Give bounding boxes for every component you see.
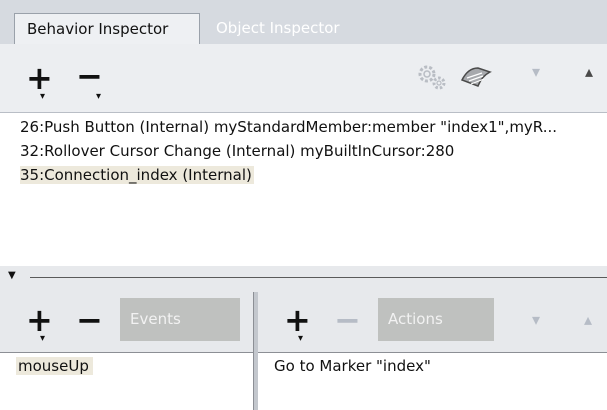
- pane-splitter[interactable]: ▼: [0, 266, 607, 292]
- tab-strip: Behavior Inspector Object Inspector: [0, 0, 607, 44]
- minus-icon: −: [76, 57, 103, 95]
- splitter-line: [30, 277, 607, 278]
- minus-icon: −: [334, 301, 361, 339]
- remove-behavior-button[interactable]: − ▾: [76, 57, 103, 102]
- tab-object-inspector[interactable]: Object Inspector: [204, 13, 374, 44]
- remove-event-button[interactable]: −: [76, 304, 103, 336]
- dropdown-arrow-icon: ▾: [40, 91, 46, 102]
- add-behavior-button[interactable]: + ▾: [26, 62, 53, 102]
- behavior-row-selected[interactable]: 35:Connection_index (Internal): [20, 164, 607, 186]
- actions-label: Actions: [378, 298, 494, 341]
- gears-icon[interactable]: [414, 62, 450, 92]
- behavior-row-text: 32:Rollover Cursor Change (Internal) myB…: [20, 142, 455, 160]
- behavior-row[interactable]: 26:Push Button (Internal) myStandardMemb…: [20, 116, 607, 138]
- add-action-button[interactable]: + ▾: [284, 304, 311, 344]
- move-action-up-button[interactable]: ▴: [584, 310, 592, 329]
- script-icon[interactable]: [458, 62, 494, 92]
- event-item[interactable]: mouseUp: [16, 357, 93, 375]
- behavior-list[interactable]: 26:Push Button (Internal) myStandardMemb…: [6, 114, 606, 266]
- events-list[interactable]: mouseUp: [0, 352, 253, 410]
- events-pane: + ▾ − Events mouseUp: [0, 292, 253, 410]
- behavior-row[interactable]: 32:Rollover Cursor Change (Internal) myB…: [20, 140, 607, 162]
- add-event-button[interactable]: + ▾: [26, 304, 53, 344]
- dropdown-arrow-icon: ▾: [96, 91, 102, 102]
- move-down-button[interactable]: ▾: [532, 62, 540, 81]
- events-label: Events: [120, 298, 240, 341]
- actions-pane: + ▾ − Actions ▾ ▴ Go to Marker "index": [258, 292, 607, 410]
- behavior-row-text: 35:Connection_index (Internal): [20, 166, 254, 184]
- move-up-button[interactable]: ▴: [585, 62, 593, 81]
- dropdown-arrow-icon: ▾: [40, 333, 46, 344]
- splitter-arrow-icon: ▼: [8, 270, 16, 281]
- minus-icon: −: [76, 301, 103, 339]
- behavior-toolbar: + ▾ − ▾ ▾ ▴: [0, 44, 607, 113]
- dropdown-arrow-icon: ▾: [298, 333, 304, 344]
- action-item[interactable]: Go to Marker "index": [274, 357, 431, 375]
- actions-list[interactable]: Go to Marker "index": [258, 352, 607, 410]
- behavior-inspector-panel: Behavior Inspector Object Inspector + ▾ …: [0, 0, 607, 410]
- behavior-row-text: 26:Push Button (Internal) myStandardMemb…: [20, 118, 557, 136]
- tab-behavior-inspector[interactable]: Behavior Inspector: [14, 13, 200, 44]
- move-action-down-button[interactable]: ▾: [532, 310, 540, 329]
- remove-action-button[interactable]: −: [334, 304, 361, 336]
